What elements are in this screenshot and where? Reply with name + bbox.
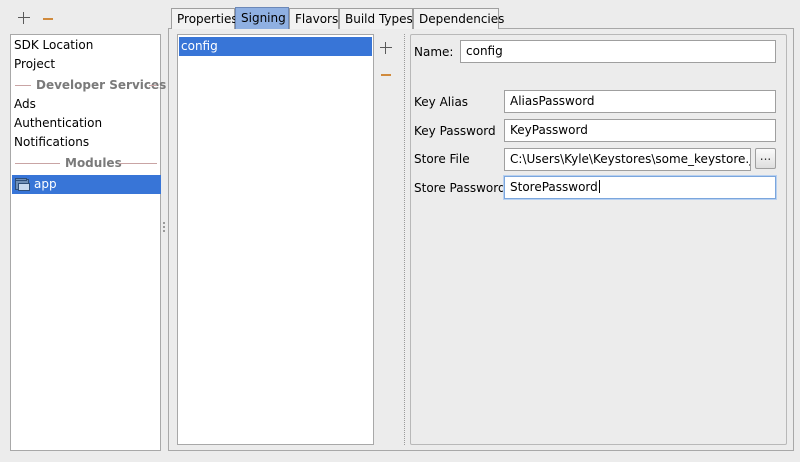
group-label: Modules <box>65 156 122 170</box>
group-header-modules: Modules <box>15 154 157 172</box>
key-alias-field[interactable]: AliasPassword <box>504 90 776 113</box>
tab-flavors[interactable]: Flavors <box>289 8 339 29</box>
tab-signing[interactable]: Signing <box>235 7 289 29</box>
sidebar-item-project[interactable]: Project <box>13 55 55 73</box>
group-header-developer-services: Developer Services <box>15 76 166 94</box>
remove-button[interactable] <box>40 10 56 26</box>
splitter-handle[interactable] <box>162 222 166 234</box>
sidebar-item-app[interactable]: app <box>12 175 161 194</box>
add-button[interactable] <box>16 10 32 26</box>
text-caret <box>598 180 600 193</box>
browse-button[interactable]: ... <box>755 148 776 169</box>
sidebar-item-notifications[interactable]: Notifications <box>13 133 89 151</box>
store-password-field[interactable]: StorePassword <box>504 176 776 199</box>
minus-icon <box>378 66 394 82</box>
panel-divider <box>404 34 406 445</box>
sidebar-item-sdk-location[interactable]: SDK Location <box>13 36 93 54</box>
minus-icon <box>40 10 56 26</box>
sidebar-item-ads[interactable]: Ads <box>13 95 36 113</box>
module-folder-icon <box>15 178 31 191</box>
signing-config-list[interactable]: config <box>177 34 374 445</box>
store-password-label: Store Password <box>414 181 506 195</box>
group-label: Developer Services <box>36 78 167 92</box>
tab-properties[interactable]: Properties <box>171 8 238 29</box>
plus-icon <box>378 40 394 56</box>
plus-icon <box>16 10 32 26</box>
store-file-label: Store File <box>414 152 470 166</box>
store-password-value: StorePassword <box>510 180 598 194</box>
name-label: Name: <box>414 45 454 59</box>
tab-build-types[interactable]: Build Types <box>339 8 413 29</box>
tab-dependencies[interactable]: Dependencies <box>413 8 504 29</box>
sidebar-item-authentication[interactable]: Authentication <box>13 114 102 132</box>
key-password-label: Key Password <box>414 124 496 138</box>
key-alias-label: Key Alias <box>414 95 469 109</box>
settings-sidebar: SDK Location Project Developer Services … <box>10 34 166 451</box>
key-password-field[interactable]: KeyPassword <box>504 119 776 142</box>
add-config-button[interactable] <box>378 40 394 56</box>
remove-config-button[interactable] <box>378 66 394 82</box>
store-file-field[interactable]: C:\Users\Kyle\Keystores\some_keystore.jk… <box>504 148 751 171</box>
name-field[interactable]: config <box>460 40 776 63</box>
sidebar-item-label: app <box>34 177 57 191</box>
list-item-config[interactable]: config <box>179 37 372 56</box>
